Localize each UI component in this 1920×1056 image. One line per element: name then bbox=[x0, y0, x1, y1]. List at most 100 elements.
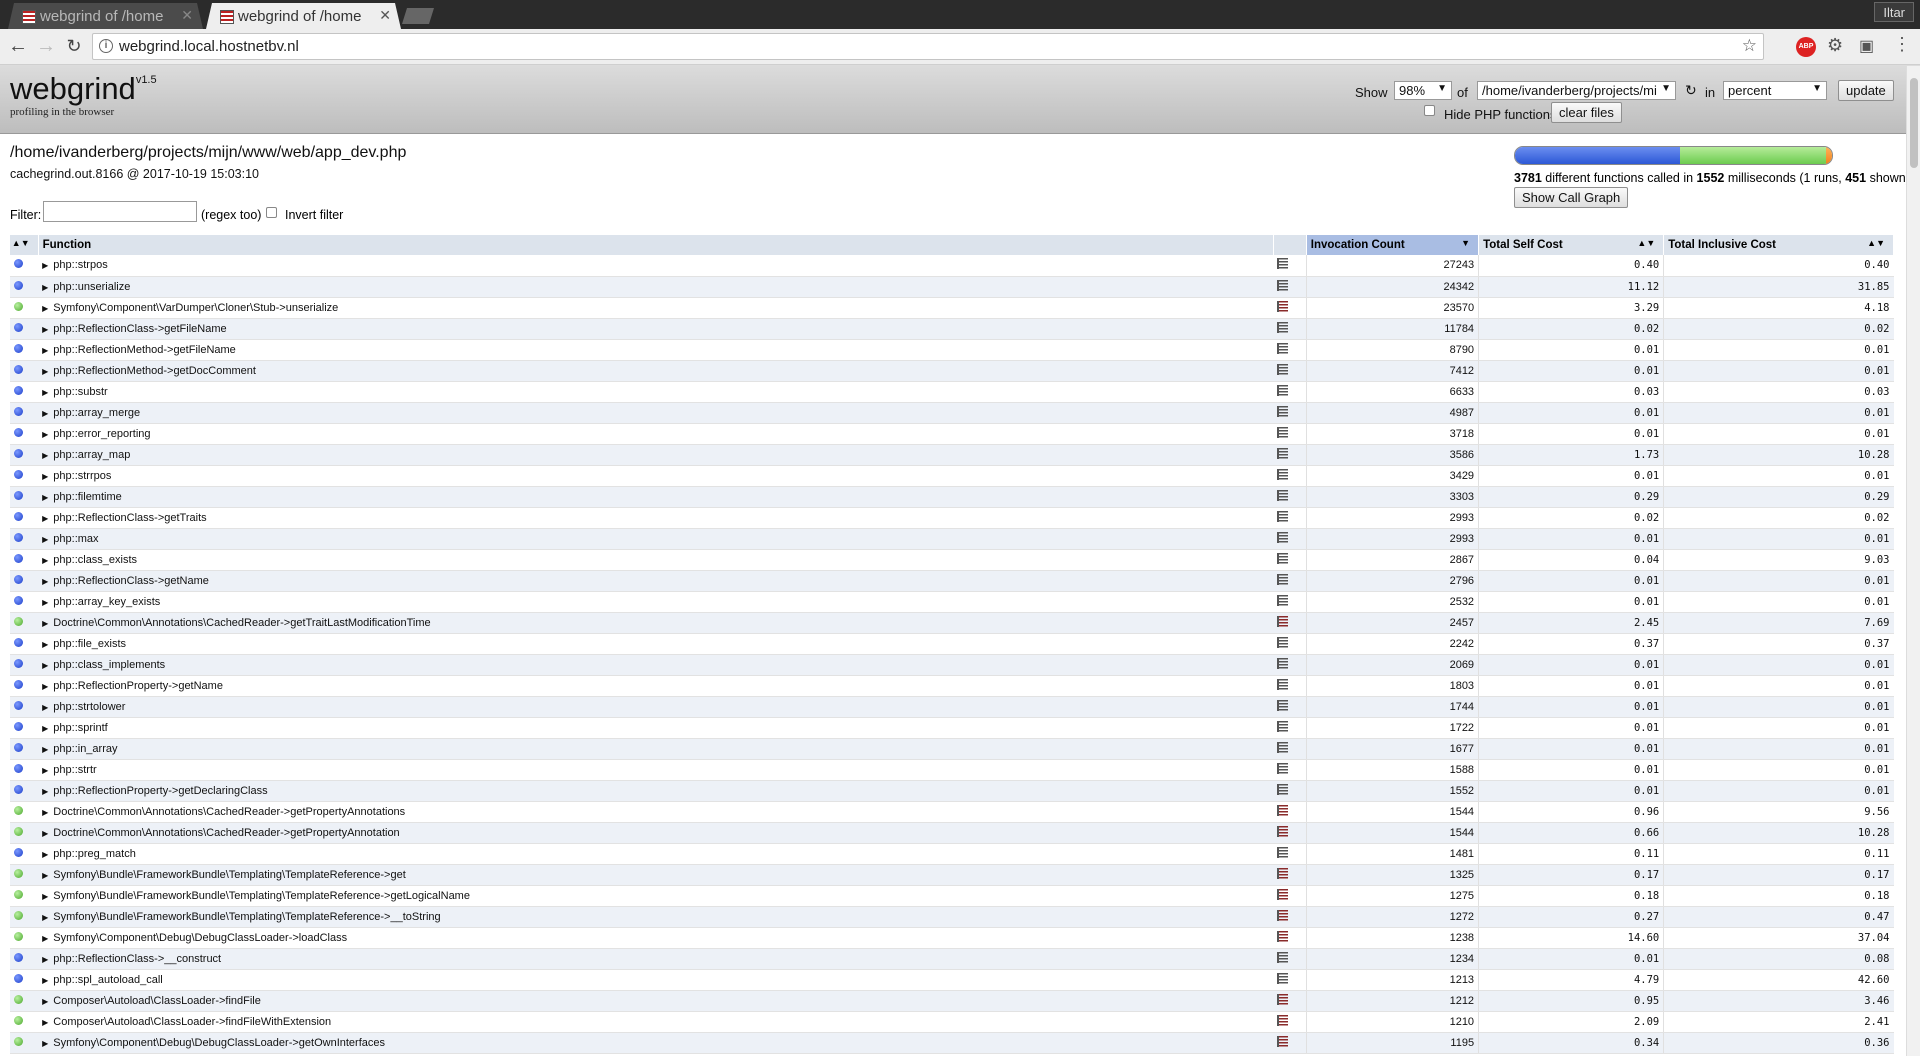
expand-arrow-icon[interactable]: ▶ bbox=[42, 661, 48, 670]
invert-filter-checkbox[interactable] bbox=[266, 207, 277, 218]
back-arrow-icon[interactable]: ← bbox=[6, 35, 30, 58]
function-name-cell[interactable]: ▶ php::error_reporting bbox=[38, 423, 1274, 445]
open-file-icon[interactable] bbox=[1277, 384, 1289, 396]
page-scrollbar[interactable] bbox=[1906, 66, 1920, 1056]
expand-arrow-icon[interactable]: ▶ bbox=[42, 346, 48, 355]
table-row[interactable]: ▶ php::ReflectionProperty->getDeclaringCl… bbox=[10, 780, 1894, 802]
function-name-cell[interactable]: ▶ php::ReflectionClass->getFileName bbox=[38, 318, 1274, 340]
expand-arrow-icon[interactable]: ▶ bbox=[42, 472, 48, 481]
expand-arrow-icon[interactable]: ▶ bbox=[42, 367, 48, 376]
expand-arrow-icon[interactable]: ▶ bbox=[42, 703, 48, 712]
reload-icon[interactable]: ↻ bbox=[62, 36, 86, 57]
function-name-cell[interactable]: ▶ php::substr bbox=[38, 381, 1274, 403]
expand-arrow-icon[interactable]: ▶ bbox=[42, 261, 48, 270]
open-file-icon[interactable] bbox=[1277, 783, 1289, 795]
expand-arrow-icon[interactable]: ▶ bbox=[42, 934, 48, 943]
file-link-cell[interactable] bbox=[1273, 318, 1307, 340]
cost-unit-select[interactable]: percent ▼ bbox=[1723, 81, 1827, 100]
open-file-icon[interactable] bbox=[1277, 552, 1289, 564]
open-file-icon[interactable] bbox=[1277, 405, 1289, 417]
function-name-cell[interactable]: ▶ php::ReflectionClass->__construct bbox=[38, 948, 1274, 970]
forward-arrow-icon[interactable]: → bbox=[34, 35, 58, 58]
expand-arrow-icon[interactable]: ▶ bbox=[42, 997, 48, 1006]
expand-arrow-icon[interactable]: ▶ bbox=[42, 493, 48, 502]
table-row[interactable]: ▶ php::strrpos 3429 0.01 0.01 bbox=[10, 465, 1894, 487]
table-row[interactable]: ▶ Symfony\Bundle\FrameworkBundle\Templati… bbox=[10, 906, 1894, 928]
close-tab-icon[interactable]: ✕ bbox=[379, 7, 391, 24]
function-name-cell[interactable]: ▶ php::filemtime bbox=[38, 486, 1274, 508]
file-link-cell[interactable] bbox=[1273, 654, 1307, 676]
table-row[interactable]: ▶ php::sprintf 1722 0.01 0.01 bbox=[10, 717, 1894, 739]
table-row[interactable]: ▶ php::array_map 3586 1.73 10.28 bbox=[10, 444, 1894, 466]
file-link-cell[interactable] bbox=[1273, 1032, 1307, 1054]
open-file-icon[interactable] bbox=[1277, 888, 1289, 900]
open-file-icon[interactable] bbox=[1277, 594, 1289, 606]
function-name-cell[interactable]: ▶ php::strpos bbox=[38, 255, 1274, 277]
function-name-cell[interactable]: ▶ php::in_array bbox=[38, 738, 1274, 760]
show-call-graph-button[interactable]: Show Call Graph bbox=[1514, 187, 1629, 208]
function-name-cell[interactable]: ▶ php::ReflectionClass->getTraits bbox=[38, 507, 1274, 529]
new-tab-button[interactable] bbox=[402, 8, 434, 24]
file-link-cell[interactable] bbox=[1273, 927, 1307, 949]
function-name-cell[interactable]: ▶ php::ReflectionProperty->getName bbox=[38, 675, 1274, 697]
table-row[interactable]: ▶ php::strtolower 1744 0.01 0.01 bbox=[10, 696, 1894, 718]
open-file-icon[interactable] bbox=[1277, 720, 1289, 732]
table-row[interactable]: ▶ Doctrine\Common\Annotations\CachedReade… bbox=[10, 612, 1894, 634]
function-name-cell[interactable]: ▶ php::file_exists bbox=[38, 633, 1274, 655]
file-link-cell[interactable] bbox=[1273, 864, 1307, 886]
file-link-cell[interactable] bbox=[1273, 465, 1307, 487]
open-file-icon[interactable] bbox=[1277, 699, 1289, 711]
function-name-cell[interactable]: ▶ php::preg_match bbox=[38, 843, 1274, 865]
camera-icon[interactable]: ▣ bbox=[1859, 36, 1879, 56]
expand-arrow-icon[interactable]: ▶ bbox=[42, 787, 48, 796]
open-file-icon[interactable] bbox=[1277, 846, 1289, 858]
open-file-icon[interactable] bbox=[1277, 762, 1289, 774]
file-link-cell[interactable] bbox=[1273, 570, 1307, 592]
file-link-cell[interactable] bbox=[1273, 486, 1307, 508]
table-row[interactable]: ▶ php::ReflectionClass->getFileName 11784 0… bbox=[10, 318, 1894, 340]
table-row[interactable]: ▶ Symfony\Component\Debug\DebugClassLoade… bbox=[10, 1032, 1894, 1054]
file-link-cell[interactable] bbox=[1273, 780, 1307, 802]
expand-arrow-icon[interactable]: ▶ bbox=[42, 1039, 48, 1048]
gear-icon[interactable]: ⚙ bbox=[1827, 35, 1847, 55]
file-link-cell[interactable] bbox=[1273, 528, 1307, 550]
file-link-cell[interactable] bbox=[1273, 906, 1307, 928]
expand-arrow-icon[interactable]: ▶ bbox=[42, 451, 48, 460]
table-row[interactable]: ▶ php::error_reporting 3718 0.01 0.01 bbox=[10, 423, 1894, 445]
file-link-cell[interactable] bbox=[1273, 339, 1307, 361]
expand-arrow-icon[interactable]: ▶ bbox=[42, 976, 48, 985]
file-link-cell[interactable] bbox=[1273, 696, 1307, 718]
function-name-cell[interactable]: ▶ php::array_map bbox=[38, 444, 1274, 466]
info-icon[interactable]: i bbox=[99, 39, 113, 53]
file-link-cell[interactable] bbox=[1273, 360, 1307, 382]
function-name-cell[interactable]: ▶ php::strtolower bbox=[38, 696, 1274, 718]
file-link-cell[interactable] bbox=[1273, 948, 1307, 970]
table-row[interactable]: ▶ php::ReflectionProperty->getName 1803 0.0… bbox=[10, 675, 1894, 697]
open-file-icon[interactable] bbox=[1277, 363, 1289, 375]
function-name-cell[interactable]: ▶ Composer\Autoload\ClassLoader->findFile… bbox=[38, 1011, 1274, 1033]
file-link-cell[interactable] bbox=[1273, 297, 1307, 319]
function-name-cell[interactable]: ▶ php::spl_autoload_call bbox=[38, 969, 1274, 991]
open-file-icon[interactable] bbox=[1277, 573, 1289, 585]
file-link-cell[interactable] bbox=[1273, 276, 1307, 298]
expand-arrow-icon[interactable]: ▶ bbox=[42, 682, 48, 691]
table-row[interactable]: ▶ Symfony\Component\VarDumper\Cloner\Stub… bbox=[10, 297, 1894, 319]
function-name-cell[interactable]: ▶ Symfony\Bundle\FrameworkBundle\Templati… bbox=[38, 906, 1274, 928]
table-row[interactable]: ▶ Composer\Autoload\ClassLoader->findFile… bbox=[10, 990, 1894, 1012]
expand-arrow-icon[interactable]: ▶ bbox=[42, 556, 48, 565]
table-row[interactable]: ▶ php::array_key_exists 2532 0.01 0.01 bbox=[10, 591, 1894, 613]
function-name-cell[interactable]: ▶ php::class_exists bbox=[38, 549, 1274, 571]
open-file-icon[interactable] bbox=[1277, 867, 1289, 879]
file-link-cell[interactable] bbox=[1273, 675, 1307, 697]
function-name-cell[interactable]: ▶ php::ReflectionClass->getName bbox=[38, 570, 1274, 592]
function-name-cell[interactable]: ▶ Symfony\Component\Debug\DebugClassLoade… bbox=[38, 927, 1274, 949]
file-link-cell[interactable] bbox=[1273, 990, 1307, 1012]
function-name-cell[interactable]: ▶ php::ReflectionMethod->getFileName bbox=[38, 339, 1274, 361]
hide-php-checkbox[interactable] bbox=[1424, 105, 1435, 116]
expand-arrow-icon[interactable]: ▶ bbox=[42, 766, 48, 775]
column-header-function[interactable]: Function bbox=[38, 235, 1274, 255]
open-file-icon[interactable] bbox=[1277, 258, 1289, 270]
table-row[interactable]: ▶ php::preg_match 1481 0.11 0.11 bbox=[10, 843, 1894, 865]
browser-tab-2[interactable]: webgrind of /home ✕ bbox=[206, 3, 401, 29]
file-link-cell[interactable] bbox=[1273, 255, 1307, 277]
